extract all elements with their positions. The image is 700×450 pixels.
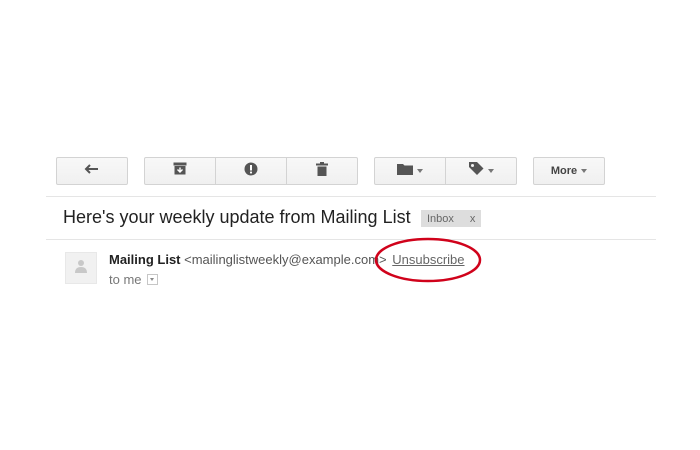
remove-label-button[interactable]: x <box>460 213 482 225</box>
chevron-down-icon <box>417 169 423 173</box>
inbox-label-chip: Inbox x <box>421 210 482 227</box>
annotation-circle <box>374 237 482 283</box>
email-subject: Here's your weekly update from Mailing L… <box>63 207 411 227</box>
folder-icon <box>397 162 413 180</box>
report-spam-icon <box>244 162 258 181</box>
toolbar-divider <box>46 196 656 197</box>
reply-arrow-icon <box>84 162 100 180</box>
chevron-down-icon <box>581 169 588 173</box>
annotation-ellipse <box>374 237 482 283</box>
default-person-icon <box>73 258 89 279</box>
show-details-button[interactable] <box>146 274 158 285</box>
label-tag-icon <box>468 162 484 180</box>
move-to-button[interactable] <box>374 157 446 185</box>
more-label: More <box>550 165 578 177</box>
archive-icon <box>173 162 187 180</box>
recipient-line: to me <box>109 272 158 287</box>
recipient-label: to me <box>109 272 142 287</box>
back-button[interactable] <box>56 157 128 185</box>
more-button[interactable]: More <box>533 157 605 185</box>
report-spam-button[interactable] <box>215 157 287 185</box>
trash-icon <box>316 161 328 181</box>
archive-button[interactable] <box>144 157 216 185</box>
labels-button[interactable] <box>445 157 517 185</box>
delete-button[interactable] <box>286 157 358 185</box>
label-name[interactable]: Inbox <box>421 213 460 225</box>
sender-name[interactable]: Mailing List <box>109 252 181 267</box>
avatar[interactable] <box>65 252 97 284</box>
sender-email: <mailinglistweekly@example.com> <box>184 252 387 267</box>
chevron-down-icon <box>150 278 155 281</box>
chevron-down-icon <box>487 169 494 173</box>
subject-divider <box>46 239 656 240</box>
